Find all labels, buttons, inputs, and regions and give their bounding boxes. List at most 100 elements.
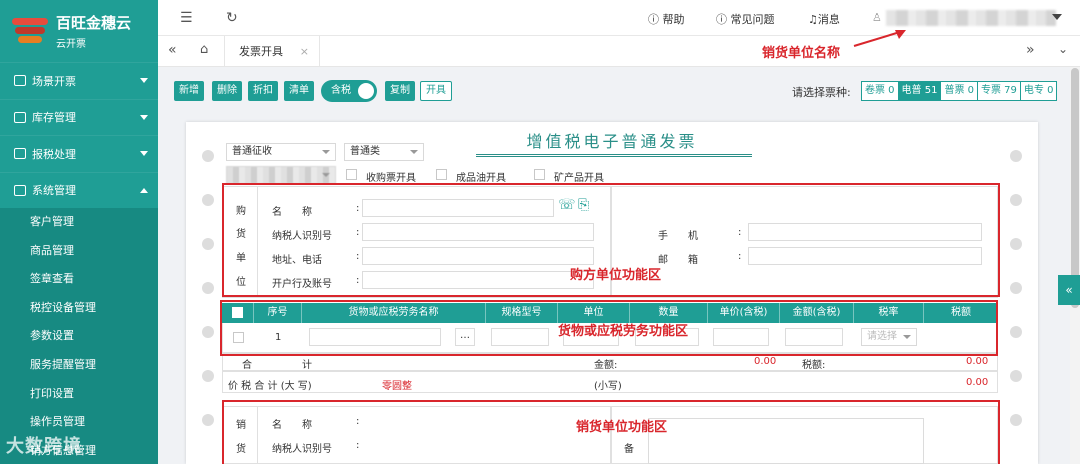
total-label: 合 计	[242, 360, 312, 371]
punch-hole	[202, 414, 214, 426]
app-subtitle: 云开票	[56, 39, 86, 50]
purchase-invoice-checkbox[interactable]	[346, 169, 357, 180]
tabs-right-icon[interactable]: »	[1026, 42, 1035, 58]
sidebar-item-products[interactable]: 商品管理	[0, 237, 158, 266]
chevron-down-icon	[140, 114, 148, 120]
ticket-type-label: 请选择票种:	[792, 86, 851, 99]
user-name-redacted[interactable]	[886, 10, 1056, 26]
punch-hole	[1010, 370, 1022, 382]
tabs-left-icon[interactable]: «	[168, 42, 177, 58]
scrollbar-thumb[interactable]	[1071, 68, 1079, 308]
grand-total-small: 0.00	[966, 377, 989, 388]
goods-area-annotation: 货物或应税劳务功能区	[558, 324, 689, 339]
sidebar-item-print[interactable]: 打印设置	[0, 380, 158, 409]
copy-button[interactable]: 复制	[385, 81, 415, 101]
punch-hole	[202, 282, 214, 294]
messages-link[interactable]: ♫消息	[808, 11, 840, 27]
settings-icon	[14, 184, 26, 196]
punch-hole	[1010, 194, 1022, 206]
ticket-e-normal[interactable]: 电普 51	[897, 81, 942, 101]
sidebar-item-tax-device[interactable]: 税控设备管理	[0, 294, 158, 323]
chevron-down-icon[interactable]: ⌄	[1058, 42, 1068, 56]
sidebar-item-customers[interactable]: 客户管理	[0, 208, 158, 237]
punch-hole	[202, 150, 214, 162]
toolbar: 新增 删除 折扣 清单 含税 复制 开具 请选择票种: 卷票 0 电普 51 普…	[158, 68, 1080, 116]
mineral-invoice-label: 矿产品开具	[554, 173, 604, 184]
menu-group-scene-invoicing[interactable]: 场景开票	[0, 62, 158, 99]
invoice-title: 增值税电子普通发票	[526, 132, 698, 151]
buyer-area-annotation: 购方单位功能区	[570, 268, 662, 283]
help-link[interactable]: ⓘ 帮助	[648, 11, 685, 27]
tax-inclusive-toggle[interactable]: 含税	[321, 80, 377, 102]
levy-type-select[interactable]: 普通征收	[226, 143, 336, 161]
watermark: 大数跨境	[6, 436, 82, 457]
punch-hole	[202, 326, 214, 338]
menu-group-inventory[interactable]: 库存管理	[0, 98, 158, 136]
sidebar-item-signature[interactable]: 签章查看	[0, 265, 158, 294]
punch-hole	[1010, 150, 1022, 162]
ticket-normal[interactable]: 普票 0	[940, 81, 978, 101]
title-underline	[476, 154, 752, 155]
app-logo: 百旺金穗云 云开票	[0, 0, 158, 62]
sidebar-item-reminders[interactable]: 服务提醒管理	[0, 351, 158, 380]
sidebar-item-params[interactable]: 参数设置	[0, 322, 158, 351]
caret-down-icon	[322, 173, 330, 177]
ticket-type-group: 卷票 0 电普 51 普票 0 专票 79 电专 0	[861, 81, 1058, 101]
ticket-special[interactable]: 专票 79	[977, 81, 1021, 101]
mineral-invoice-checkbox[interactable]	[534, 169, 545, 180]
grand-total-label: 价 税 合 计 (大 写)	[228, 381, 312, 392]
caret-down-icon	[322, 150, 330, 154]
small-label: (小写)	[594, 381, 622, 392]
punch-hole	[202, 238, 214, 250]
refresh-icon[interactable]: ↻	[226, 10, 238, 26]
tax-value: 0.00	[966, 356, 989, 367]
user-icon: ♙	[872, 11, 882, 24]
tab-bar: « ⌂ 发票开具 × » ⌄	[158, 36, 1080, 67]
chart-icon	[14, 148, 26, 160]
punch-hole	[1010, 326, 1022, 338]
home-icon[interactable]: ⌂	[200, 42, 208, 57]
punch-hole	[1010, 414, 1022, 426]
menu-group-tax-filing[interactable]: 报税处理	[0, 135, 158, 172]
discount-button[interactable]: 折扣	[248, 81, 278, 101]
side-panel-toggle[interactable]: «	[1058, 275, 1080, 305]
tab-invoice-issue[interactable]: 发票开具 ×	[224, 36, 320, 67]
caret-down-icon[interactable]	[1052, 14, 1062, 20]
close-icon[interactable]: ×	[300, 36, 309, 67]
delete-button[interactable]: 删除	[212, 81, 242, 101]
oil-invoice-label: 成品油开具	[456, 173, 506, 184]
chevron-down-icon	[140, 78, 148, 83]
amount-label: 金额:	[594, 360, 618, 371]
menu-collapse-icon[interactable]: ☰	[180, 10, 193, 26]
issue-button[interactable]: 开具	[420, 81, 452, 101]
faq-link[interactable]: ⓘ 常见问题	[716, 11, 775, 27]
bell-icon: ♫	[808, 13, 818, 26]
add-button[interactable]: 新增	[174, 81, 204, 101]
logo-icon	[10, 16, 50, 46]
app-title: 百旺金穗云	[56, 14, 132, 32]
ticket-roll[interactable]: 卷票 0	[861, 81, 899, 101]
ticket-e-special[interactable]: 电专 0	[1019, 81, 1058, 101]
grand-total-upper: 零圆整	[382, 381, 412, 392]
punch-hole	[202, 194, 214, 206]
faq-icon: ⓘ	[716, 13, 731, 26]
help-icon: ⓘ	[648, 13, 663, 26]
amount-value: 0.00	[754, 356, 777, 367]
topbar: ☰ ↻ ⓘ 帮助 ⓘ 常见问题 ♫消息 ♙	[158, 0, 1080, 36]
category-select[interactable]: 普通类	[344, 143, 424, 161]
tax-label: 税额:	[802, 360, 826, 371]
redacted-select[interactable]	[226, 166, 336, 184]
chevron-down-icon	[140, 151, 148, 156]
invoice-icon	[14, 75, 26, 87]
sidebar: 百旺金穗云 云开票 场景开票 库存管理 报税处理 系统管理 客户管理 商品管理 …	[0, 0, 158, 464]
inventory-icon	[14, 111, 26, 123]
oil-invoice-checkbox[interactable]	[436, 169, 447, 180]
system-submenu: 客户管理 商品管理 签章查看 税控设备管理 参数设置 服务提醒管理 打印设置 操…	[0, 208, 158, 464]
menu-group-system[interactable]: 系统管理	[0, 171, 158, 209]
list-button[interactable]: 清单	[284, 81, 314, 101]
purchase-invoice-label: 收购票开具	[366, 173, 416, 184]
punch-hole	[202, 370, 214, 382]
caret-down-icon	[410, 150, 418, 154]
seller-name-annotation: 销货单位名称	[762, 46, 841, 61]
annotation-arrow	[853, 30, 906, 47]
